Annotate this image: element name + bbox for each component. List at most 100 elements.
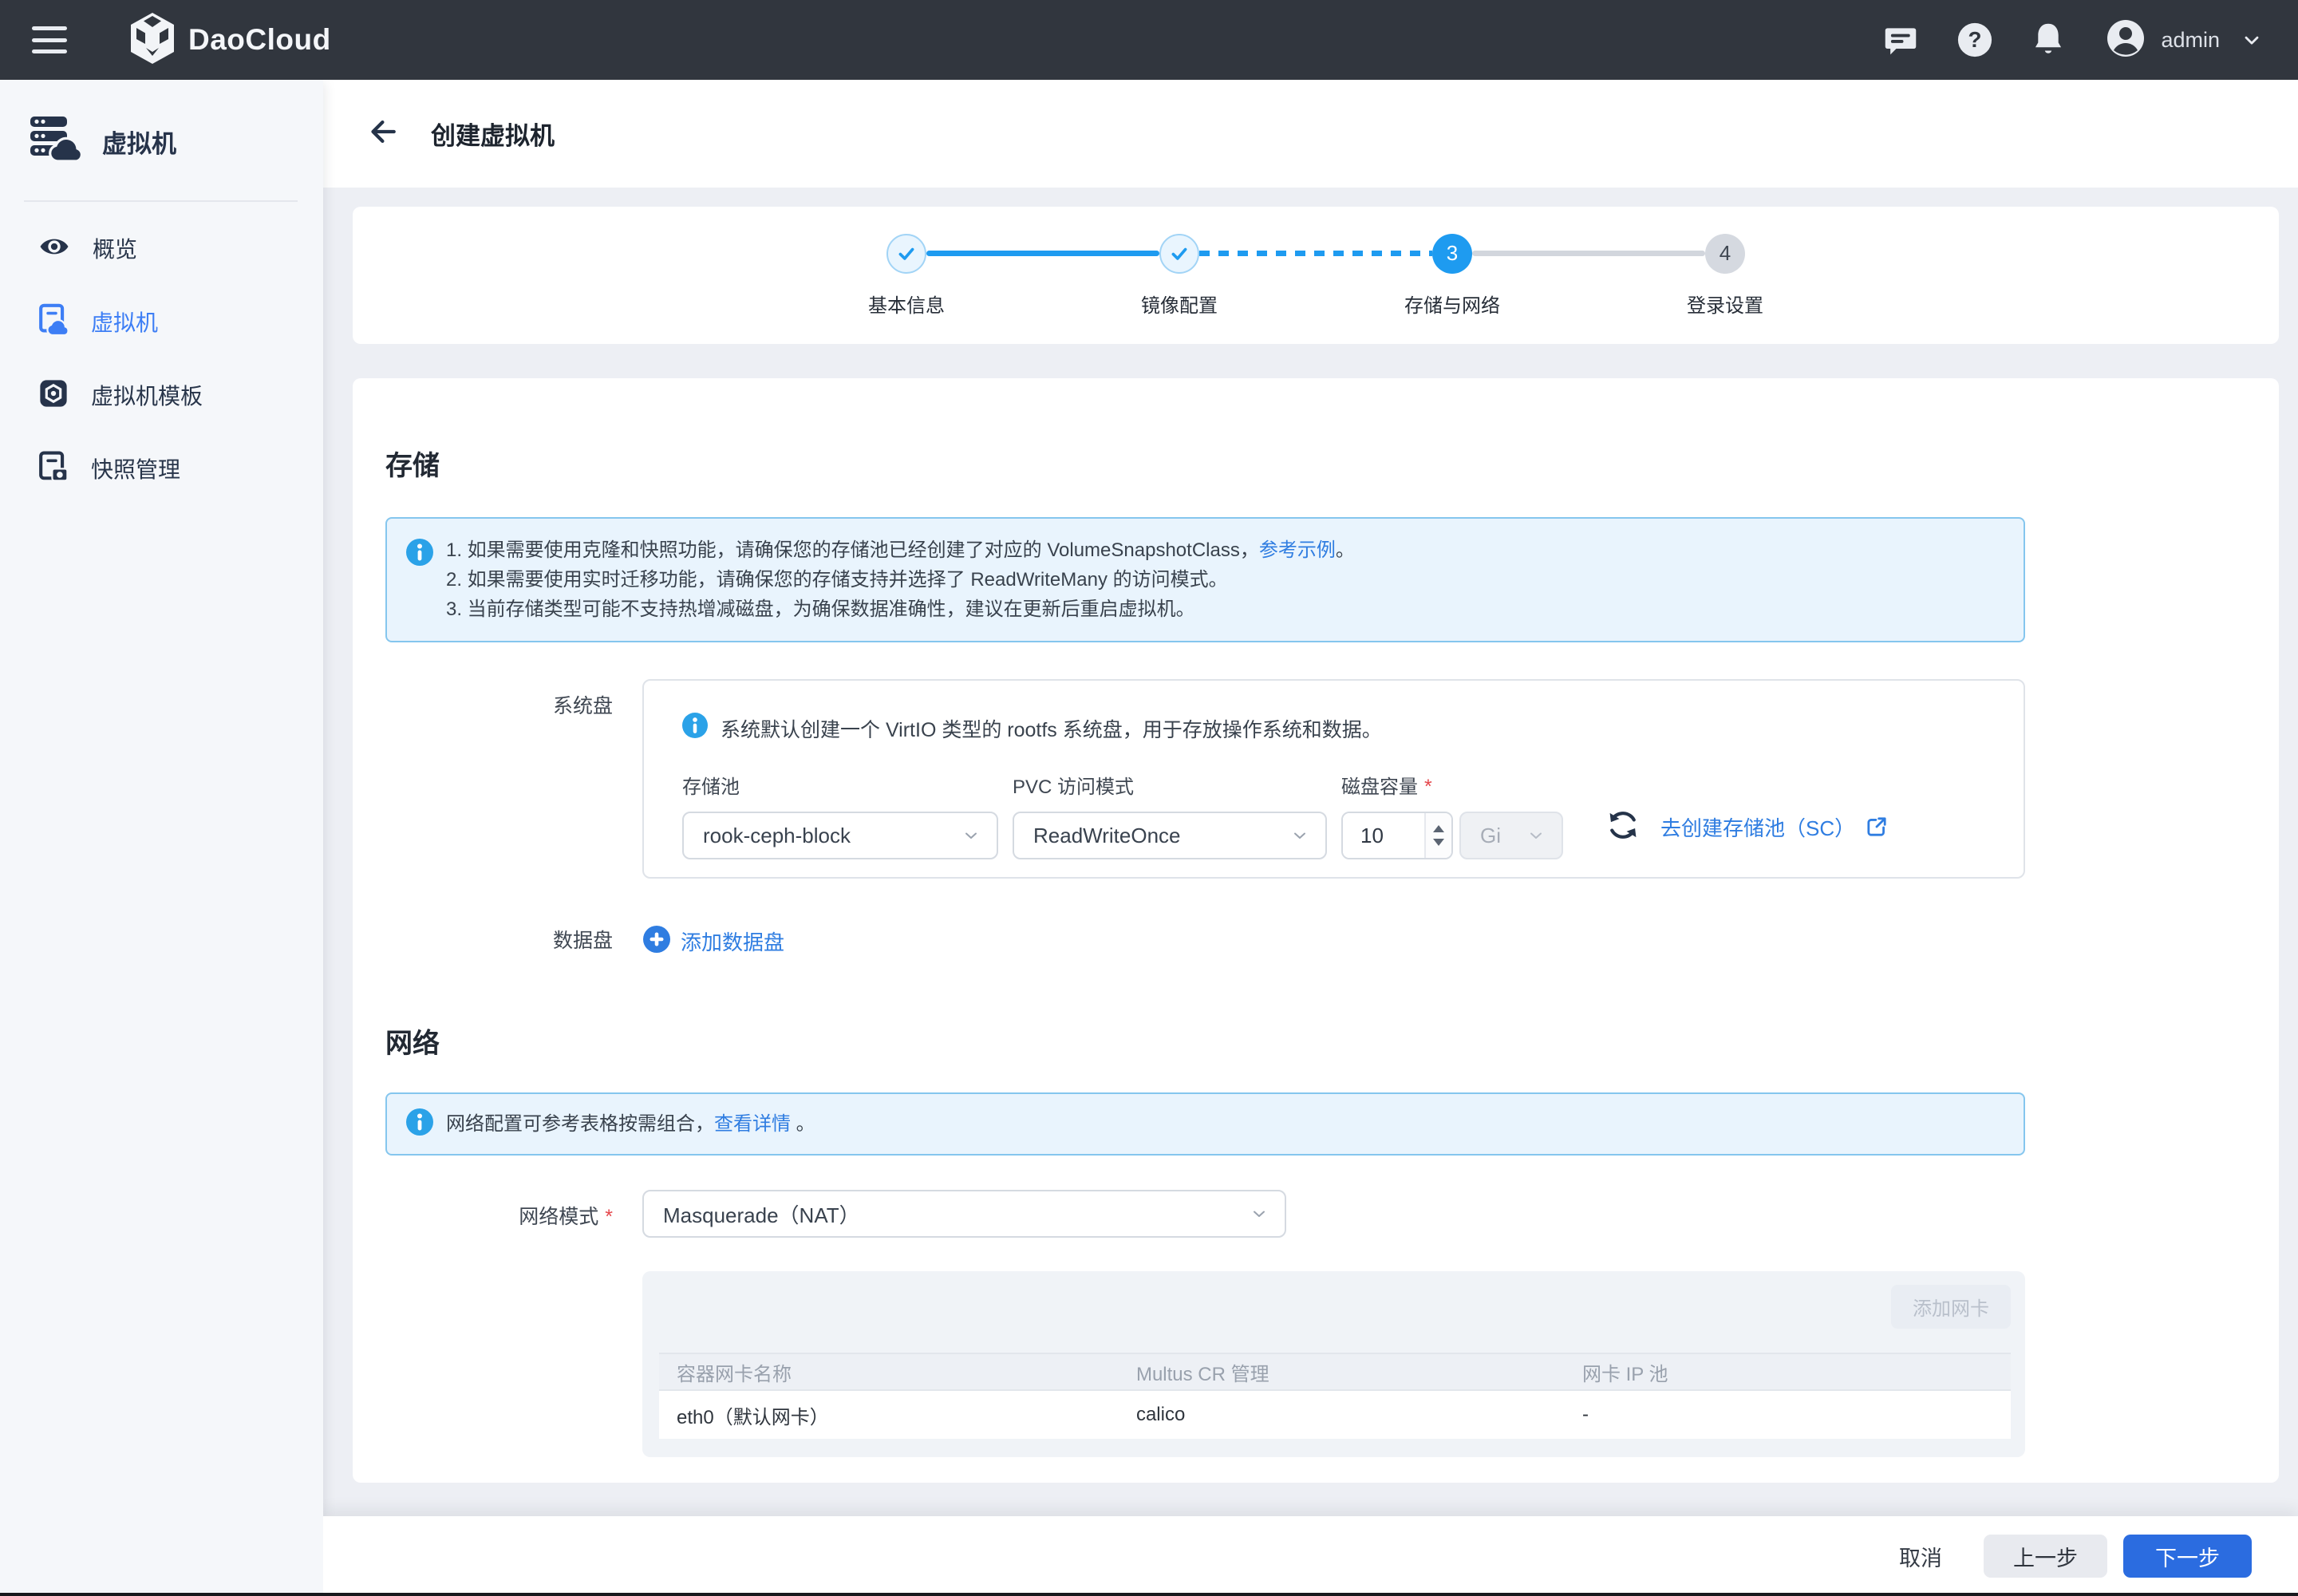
data-disk-label: 数据盘 (385, 918, 613, 958)
previous-step-button[interactable]: 上一步 (1984, 1535, 2107, 1578)
stepper-track: 3 4 (353, 234, 2279, 274)
nic-col-multus: Multus CR 管理 (1119, 1353, 1565, 1390)
chevron-down-icon (1250, 1204, 1269, 1223)
network-section-heading: 网络 (385, 1021, 2279, 1061)
pvc-access-select[interactable]: ReadWriteOnce (1013, 812, 1327, 859)
network-notice: 网络配置可参考表格按需组合，查看详情 。 (385, 1092, 2025, 1156)
notice-line-2: 2. 如果需要使用实时迁移功能，请确保您的存储支持并选择了 ReadWriteM… (446, 565, 1355, 595)
disk-capacity-input[interactable] (1343, 813, 1423, 858)
page-title: 创建虚拟机 (431, 116, 555, 152)
add-nic-button[interactable]: 添加网卡 (1891, 1285, 2011, 1329)
step-label-basic-info: 基本信息 (770, 290, 1043, 318)
vm-cloud-icon (38, 303, 69, 341)
external-link-icon (1865, 815, 1889, 839)
step-1-done-icon (886, 234, 926, 274)
sidebar-item-label: 虚拟机模板 (91, 379, 203, 411)
bell-icon[interactable] (2031, 22, 2065, 57)
sidebar: 虚拟机 概览 虚拟机 (0, 80, 323, 1596)
user-menu[interactable]: admin (2106, 19, 2263, 61)
capacity-unit-select[interactable]: Gi (1459, 812, 1563, 859)
cancel-button[interactable]: 取消 (1899, 1541, 1942, 1572)
info-icon (682, 713, 708, 744)
add-data-disk-link[interactable]: 添加数据盘 (681, 926, 784, 956)
network-mode-value: Masquerade（NAT） (663, 1199, 1250, 1229)
number-spinner[interactable] (1424, 813, 1451, 858)
system-disk-label: 系统盘 (385, 679, 613, 879)
stepper-labels: 基本信息 镜像配置 存储与网络 登录设置 (353, 290, 2279, 318)
create-storage-pool-link[interactable]: 去创建存储池（SC） (1660, 812, 1855, 842)
help-icon[interactable]: ? (1956, 22, 1993, 58)
form-card: 存储 1. 如果需要使用克隆和快照功能，请确保您的存储池已经创建了对应的 Vol… (353, 378, 2279, 1483)
sidebar-header: 虚拟机 (0, 80, 323, 167)
next-step-button[interactable]: 下一步 (2123, 1535, 2252, 1578)
notice-line-3: 3. 当前存储类型可能不支持热增减磁盘，为确保数据准确性，建议在更新后重启虚拟机… (446, 595, 1355, 624)
network-mode-label: 网络模式* (385, 1190, 613, 1457)
page-titlebar: 创建虚拟机 (323, 80, 2298, 188)
capacity-unit-value: Gi (1480, 824, 1526, 848)
plus-circle-icon (642, 925, 671, 958)
step-3-current: 3 (1432, 234, 1472, 274)
spinner-down-icon (1433, 839, 1444, 846)
reference-example-link[interactable]: 参考示例 (1259, 539, 1336, 561)
sidebar-title: 虚拟机 (102, 124, 176, 160)
step-2-done-icon (1159, 234, 1199, 274)
sidebar-item-snapshots[interactable]: 快照管理 (0, 432, 323, 505)
system-disk-box: 系统默认创建一个 VirtIO 类型的 rootfs 系统盘，用于存放操作系统和… (642, 679, 2025, 879)
step-4-upcoming: 4 (1705, 234, 1745, 274)
sidebar-nav: 概览 虚拟机 虚拟机模板 (0, 202, 323, 505)
nic-name-cell: eth0（默认网卡） (659, 1390, 1119, 1439)
network-notice-suffix: 。 (791, 1113, 815, 1135)
network-mode-row: 网络模式* Masquerade（NAT） 添加网卡 (385, 1190, 2279, 1457)
info-icon (406, 1108, 433, 1140)
storage-pool-value: rook-ceph-block (703, 824, 961, 848)
network-mode-select[interactable]: Masquerade（NAT） (642, 1190, 1286, 1238)
daocloud-logo-icon (129, 13, 176, 68)
info-icon (406, 539, 433, 624)
nic-panel: 添加网卡 容器网卡名称 Multus CR 管理 网卡 IP 池 (642, 1271, 2025, 1457)
chevron-down-icon (1290, 826, 1309, 845)
back-arrow-icon[interactable] (367, 116, 399, 152)
pvc-access-group: PVC 访问模式 ReadWriteOnce (1013, 771, 1327, 859)
chevron-down-icon (1526, 826, 1546, 845)
wizard-footer: 取消 上一步 下一步 (323, 1516, 2298, 1596)
sidebar-item-label: 概览 (93, 232, 137, 264)
nic-table: 容器网卡名称 Multus CR 管理 网卡 IP 池 eth0（默认网卡） (659, 1353, 2011, 1439)
disk-capacity-group: 磁盘容量* (1341, 771, 1563, 859)
storage-pool-select[interactable]: rook-ceph-block (682, 812, 998, 859)
pvc-access-value: ReadWriteOnce (1033, 824, 1290, 848)
hamburger-icon[interactable] (32, 26, 67, 53)
sidebar-item-overview[interactable]: 概览 (0, 211, 323, 285)
notice-line-1: 1. 如果需要使用克隆和快照功能，请确保您的存储池已经创建了对应的 Volume… (446, 539, 1259, 561)
step-label-login-settings: 登录设置 (1589, 290, 1862, 318)
step-label-storage-network: 存储与网络 (1316, 290, 1589, 318)
step-connector (1472, 251, 1705, 256)
disk-capacity-input-wrap (1341, 812, 1453, 859)
chevron-down-icon (961, 826, 981, 845)
required-asterisk: * (1424, 776, 1432, 798)
sidebar-item-vm-template[interactable]: 虚拟机模板 (0, 358, 323, 432)
sidebar-item-label: 快照管理 (91, 452, 180, 484)
brand: DaoCloud (129, 13, 331, 68)
nic-toolbar: 添加网卡 (659, 1285, 2011, 1329)
notice-line-1-suffix: 。 (1336, 539, 1355, 561)
snapshot-icon (38, 451, 69, 487)
step-connector (926, 251, 1159, 256)
topbar: DaoCloud ? admin (0, 0, 2298, 80)
main-area: 创建虚拟机 3 4 (323, 80, 2298, 1596)
sidebar-item-vm[interactable]: 虚拟机 (0, 285, 323, 358)
add-data-disk-button[interactable]: 添加数据盘 (642, 918, 784, 958)
data-disk-row: 数据盘 添加数据盘 (385, 918, 2279, 958)
nic-ip-pool-cell: - (1565, 1390, 2011, 1439)
storage-notice: 1. 如果需要使用克隆和快照功能，请确保您的存储池已经创建了对应的 Volume… (385, 517, 2025, 642)
template-icon (38, 378, 69, 413)
brand-name: DaoCloud (188, 23, 331, 57)
avatar (2106, 19, 2145, 61)
topbar-actions: ? admin (1845, 19, 2263, 61)
refresh-icon[interactable] (1606, 808, 1640, 846)
spinner-up-icon (1433, 825, 1444, 832)
svg-text:?: ? (1968, 27, 1982, 52)
pvc-access-label: PVC 访问模式 (1013, 771, 1327, 799)
nic-col-name: 容器网卡名称 (659, 1353, 1119, 1390)
view-details-link[interactable]: 查看详情 (714, 1113, 791, 1135)
message-icon[interactable] (1883, 22, 1918, 57)
